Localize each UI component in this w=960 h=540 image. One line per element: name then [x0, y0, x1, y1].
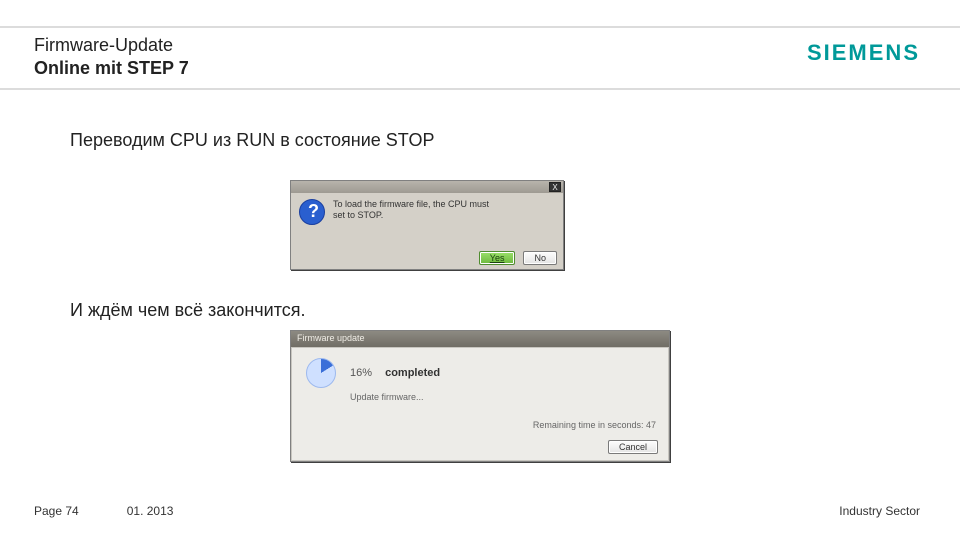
header-rule-bottom [0, 88, 960, 90]
slide: Firmware-Update Online mit STEP 7 SIEMEN… [0, 0, 960, 540]
progress-dialog-titlebar: Firmware update [291, 331, 669, 347]
progress-remaining: Remaining time in seconds: 47 [533, 420, 656, 430]
progress-button-row: Cancel [608, 440, 658, 454]
yes-button[interactable]: Yes [479, 251, 516, 265]
no-button[interactable]: No [523, 251, 557, 265]
confirm-button-row: Yes No [479, 251, 557, 265]
header-rule-top [0, 26, 960, 28]
progress-dialog-body: 16% completed Update firmware... Remaini… [291, 347, 669, 461]
confirm-dialog-titlebar: X [291, 181, 563, 193]
confirm-message-line-1: To load the firmware file, the CPU must [333, 199, 489, 210]
progress-percent: 16% completed [350, 367, 440, 379]
footer-left: Page 74 01. 2013 [34, 504, 173, 518]
question-icon [299, 199, 325, 225]
footer-page: Page 74 [34, 504, 79, 518]
progress-status-line: Update firmware... [292, 392, 668, 402]
progress-percent-word: completed [385, 367, 440, 379]
confirm-dialog: X To load the firmware file, the CPU mus… [290, 180, 564, 270]
progress-pie-icon [306, 358, 336, 388]
progress-dialog: Firmware update 16% completed Update fir… [290, 330, 670, 462]
progress-percent-value: 16% [350, 367, 372, 379]
cancel-button[interactable]: Cancel [608, 440, 658, 454]
title-line-2: Online mit STEP 7 [34, 57, 189, 80]
confirm-message: To load the firmware file, the CPU must … [333, 199, 489, 225]
progress-area: 16% completed [292, 348, 668, 392]
footer-date: 01. 2013 [127, 504, 174, 518]
slide-title: Firmware-Update Online mit STEP 7 [34, 34, 189, 81]
instruction-text-1: Переводим CPU из RUN в состояние STOP [70, 130, 434, 151]
title-line-1: Firmware-Update [34, 34, 189, 57]
confirm-dialog-body: To load the firmware file, the CPU must … [291, 193, 563, 229]
siemens-logo: SIEMENS [807, 40, 920, 66]
footer-right: Industry Sector [839, 504, 920, 518]
close-icon[interactable]: X [549, 182, 561, 192]
confirm-message-line-2: set to STOP. [333, 210, 489, 221]
instruction-text-2: И ждём чем всё закончится. [70, 300, 306, 321]
